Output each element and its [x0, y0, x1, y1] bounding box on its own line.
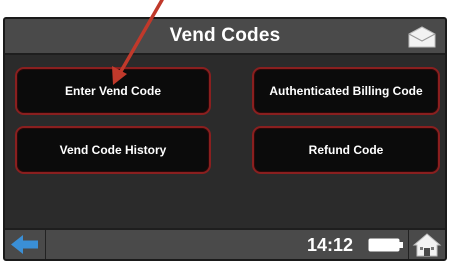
vend-code-history-button[interactable]: Vend Code History — [15, 126, 211, 174]
home-button[interactable] — [408, 230, 445, 259]
device-screen: Vend Codes Enter Vend Code Authenticated… — [3, 17, 447, 261]
back-button[interactable] — [5, 230, 46, 259]
header-bar: Vend Codes — [5, 19, 445, 55]
enter-vend-code-button[interactable]: Enter Vend Code — [15, 67, 211, 115]
enter-vend-code-label: Enter Vend Code — [64, 84, 162, 98]
vend-code-history-label: Vend Code History — [59, 143, 167, 157]
back-arrow-icon — [11, 235, 38, 254]
page-title: Vend Codes — [169, 25, 281, 46]
clock-time: 14:12 — [307, 235, 354, 255]
authenticated-billing-code-button[interactable]: Authenticated Billing Code — [252, 67, 440, 115]
authenticated-billing-code-label: Authenticated Billing Code — [269, 84, 423, 98]
footer-bar: 14:12 — [5, 228, 445, 259]
home-icon — [412, 233, 442, 257]
battery-icon — [368, 238, 403, 252]
refund-code-button[interactable]: Refund Code — [252, 126, 440, 174]
envelope-icon[interactable] — [407, 25, 437, 49]
stage: Vend Codes Enter Vend Code Authenticated… — [0, 0, 450, 263]
refund-code-label: Refund Code — [308, 143, 384, 157]
